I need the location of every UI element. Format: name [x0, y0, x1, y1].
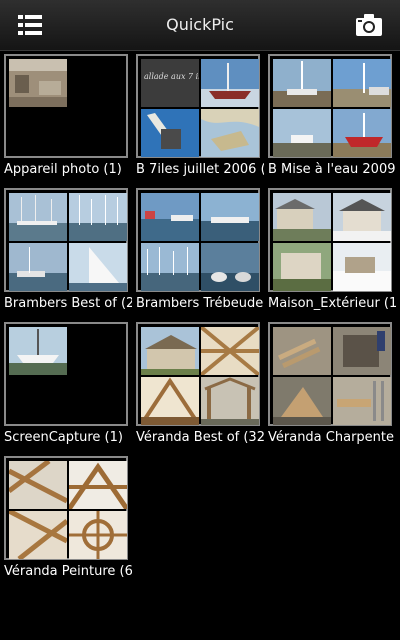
album-thumbnail-frame	[4, 456, 128, 560]
album-label: Véranda Charpente	[268, 430, 394, 445]
album-label: Appareil photo (1)	[4, 162, 122, 177]
album-thumbnail-frame	[4, 322, 128, 426]
album-thumbnail-frame	[4, 188, 128, 292]
album-thumbnail-frame	[4, 54, 128, 158]
app-header: QuickPic	[0, 0, 400, 51]
photo-thumbnail	[201, 377, 259, 425]
photo-thumbnail	[69, 461, 127, 509]
photo-thumbnail	[201, 193, 259, 241]
photo-thumbnail	[141, 327, 199, 375]
photo-thumbnail	[201, 109, 259, 157]
photo-thumbnail	[201, 59, 259, 107]
album-thumbnail-frame	[136, 188, 260, 292]
photo-thumbnail	[69, 193, 127, 241]
photo-thumbnail	[273, 109, 331, 157]
album-label: ScreenCapture (1)	[4, 430, 123, 445]
photo-thumbnail	[333, 377, 391, 425]
album-label: Maison_Extérieur (1	[268, 296, 396, 311]
app-title: QuickPic	[166, 15, 234, 34]
album-tile[interactable]: Brambers Trébeude	[132, 186, 264, 318]
album-label: B Mise à l'eau 2009	[268, 162, 396, 177]
photo-thumbnail	[9, 243, 67, 291]
album-tile[interactable]: Brambers Best of (2	[0, 186, 132, 318]
album-thumbnail-frame: allade aux 7 il	[136, 54, 260, 158]
camera-icon[interactable]	[355, 13, 383, 37]
photo-thumbnail	[333, 109, 391, 157]
album-tile[interactable]: Véranda Best of (32	[132, 320, 264, 452]
album-tile[interactable]: ScreenCapture (1)	[0, 320, 132, 452]
photo-thumbnail	[273, 377, 331, 425]
photo-thumbnail	[333, 193, 391, 241]
photo-thumbnail	[9, 461, 67, 509]
thumbnail-caption: allade aux 7 il	[144, 72, 199, 81]
photo-thumbnail	[333, 327, 391, 375]
album-thumbnail-frame	[268, 54, 392, 158]
photo-thumbnail	[69, 511, 127, 559]
album-tile[interactable]: B Mise à l'eau 2009	[264, 52, 396, 184]
album-thumbnail-frame	[136, 322, 260, 426]
photo-thumbnail	[273, 243, 331, 291]
album-label: Véranda Best of (32	[136, 430, 264, 445]
album-tile[interactable]: Maison_Extérieur (1	[264, 186, 396, 318]
photo-thumbnail: allade aux 7 il	[141, 59, 199, 107]
album-thumbnail-frame	[268, 322, 392, 426]
album-thumbnail-frame	[268, 188, 392, 292]
album-label: Brambers Trébeude	[136, 296, 264, 311]
photo-thumbnail	[141, 109, 199, 157]
photo-thumbnail	[9, 511, 67, 559]
album-tile[interactable]: Véranda Charpente	[264, 320, 396, 452]
photo-thumbnail	[201, 327, 259, 375]
photo-thumbnail	[273, 193, 331, 241]
album-label: Brambers Best of (2	[4, 296, 132, 311]
photo-thumbnail	[333, 59, 391, 107]
album-label: B 7iles juillet 2006 (	[136, 162, 264, 177]
album-tile[interactable]: allade aux 7 il B 7iles juillet 2006 (	[132, 52, 264, 184]
album-label: Véranda Peinture (6	[4, 564, 132, 579]
photo-thumbnail	[273, 59, 331, 107]
album-tile[interactable]: Appareil photo (1)	[0, 52, 132, 184]
photo-thumbnail	[69, 243, 127, 291]
photo-thumbnail	[141, 377, 199, 425]
photo-thumbnail	[9, 193, 67, 241]
photo-thumbnail	[201, 243, 259, 291]
photo-thumbnail	[141, 243, 199, 291]
photo-thumbnail	[9, 327, 67, 375]
photo-thumbnail	[333, 243, 391, 291]
album-tile[interactable]: Véranda Peinture (6	[0, 454, 132, 586]
photo-thumbnail	[273, 327, 331, 375]
photo-thumbnail	[141, 193, 199, 241]
photo-thumbnail	[9, 59, 67, 107]
album-grid: Appareil photo (1) allade aux 7 il B 7il…	[0, 52, 400, 640]
